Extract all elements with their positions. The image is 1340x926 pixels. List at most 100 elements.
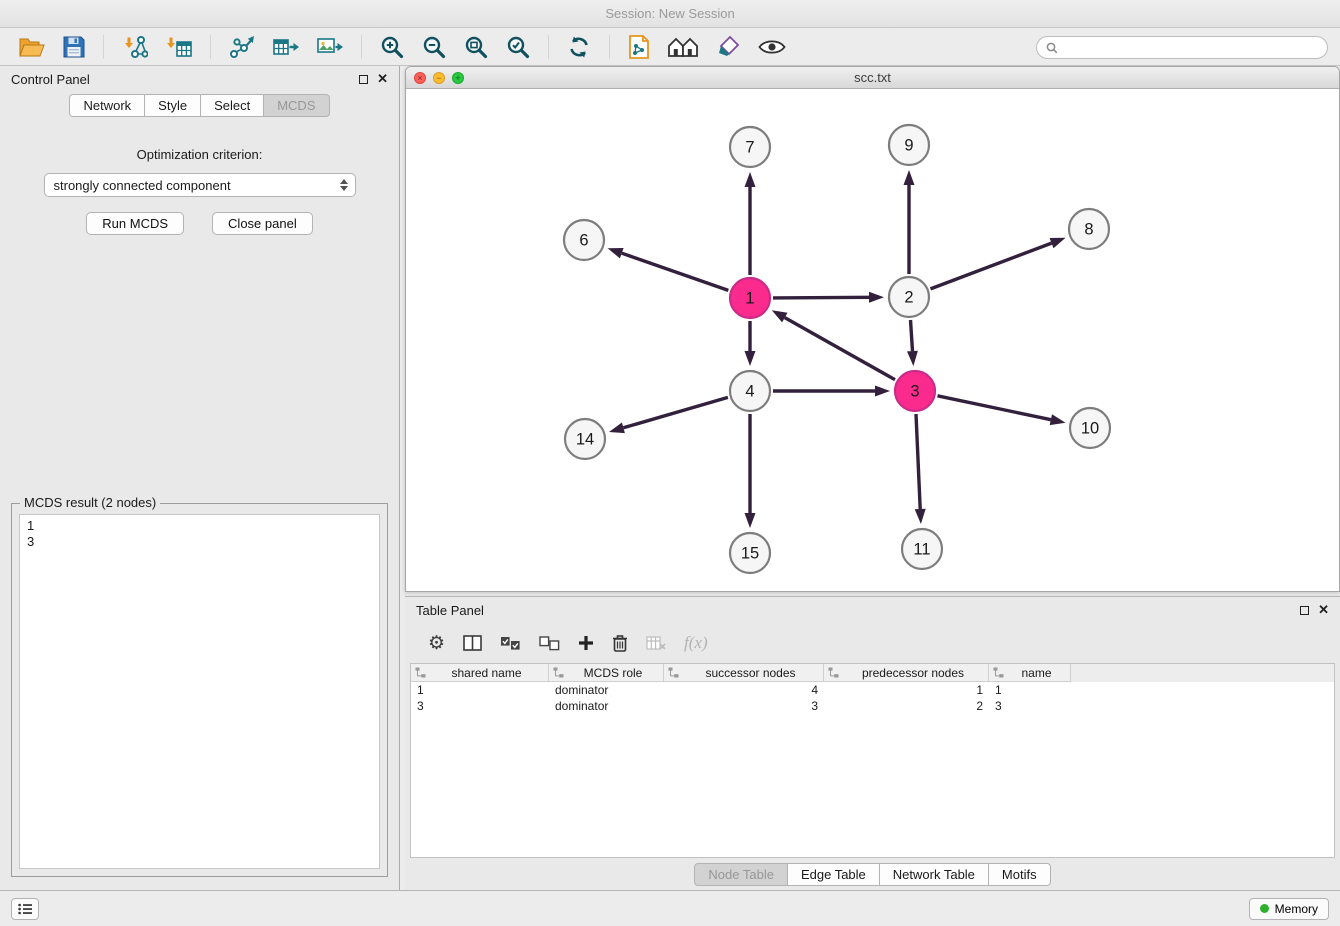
run-mcds-button[interactable]: Run MCDS — [86, 212, 184, 235]
graph-edge[interactable] — [773, 297, 869, 298]
export-network-button[interactable] — [227, 33, 257, 61]
function-builder-button[interactable]: f(x) — [684, 633, 708, 653]
show-graphics-button[interactable] — [756, 36, 788, 58]
table-row[interactable]: 3dominator323 — [411, 698, 1334, 714]
zoom-in-icon — [380, 35, 404, 59]
export-table-button[interactable] — [271, 33, 301, 61]
graph-node-9[interactable]: 9 — [889, 125, 929, 165]
graph-edge[interactable] — [622, 253, 729, 290]
graph-edge[interactable] — [785, 318, 895, 380]
window-title: Session: New Session — [605, 6, 734, 21]
close-window-button[interactable]: × — [414, 72, 426, 84]
tab-mcds[interactable]: MCDS — [264, 94, 329, 117]
column-header-predecessor-nodes[interactable]: predecessor nodes — [824, 664, 989, 682]
main-area: Control Panel ✕ NetworkStyleSelectMCDS O… — [0, 66, 1340, 890]
float-table-panel-icon[interactable] — [1300, 606, 1309, 615]
graph-node-10[interactable]: 10 — [1070, 408, 1110, 448]
status-menu-button[interactable] — [11, 898, 39, 920]
delete-column-button[interactable] — [612, 634, 628, 652]
network-window-title: scc.txt — [406, 70, 1339, 85]
tab-network[interactable]: Network — [69, 94, 145, 117]
table-cell: 3 — [989, 699, 1071, 713]
graph-node-2[interactable]: 2 — [889, 277, 929, 317]
gear-icon: ⚙ — [428, 634, 445, 653]
table-tab-motifs[interactable]: Motifs — [989, 863, 1051, 886]
delete-table-button[interactable] — [646, 635, 666, 651]
tab-select[interactable]: Select — [201, 94, 264, 117]
table-tab-edge-table[interactable]: Edge Table — [788, 863, 880, 886]
select-all-columns-button[interactable] — [500, 636, 521, 651]
memory-button[interactable]: Memory — [1249, 898, 1329, 920]
copy-style-button[interactable] — [626, 33, 652, 61]
zoom-in-button[interactable] — [378, 33, 406, 61]
close-table-panel-icon[interactable]: ✕ — [1318, 605, 1329, 615]
open-session-button[interactable] — [17, 34, 47, 60]
memory-label: Memory — [1275, 902, 1318, 916]
graph-edge-arrow — [869, 292, 884, 303]
close-panel-button[interactable]: Close panel — [212, 212, 313, 235]
svg-text:15: 15 — [741, 545, 759, 563]
graph-edge-arrow — [907, 351, 918, 366]
table-settings-button[interactable]: ⚙ — [428, 634, 445, 653]
column-header-successor-nodes[interactable]: successor nodes — [664, 664, 824, 682]
create-column-button[interactable] — [578, 635, 594, 651]
apply-layout-button[interactable] — [565, 33, 593, 61]
zoom-out-button[interactable] — [420, 33, 448, 61]
graph-node-3[interactable]: 3 — [895, 371, 935, 411]
mcds-result-list[interactable]: 13 — [19, 514, 380, 869]
optimization-criterion-value: strongly connected component — [54, 178, 231, 193]
zoom-window-button[interactable]: + — [452, 72, 464, 84]
svg-text:10: 10 — [1081, 420, 1099, 438]
svg-text:2: 2 — [904, 289, 913, 307]
deselect-all-columns-button[interactable] — [539, 636, 560, 651]
zoom-selected-icon — [506, 35, 530, 59]
titlebar: Session: New Session — [0, 0, 1340, 28]
paint-style-button[interactable] — [714, 33, 742, 61]
graph-edge[interactable] — [916, 414, 920, 509]
svg-text:1: 1 — [745, 290, 754, 308]
float-control-panel-icon[interactable] — [359, 75, 368, 84]
table-row[interactable]: 1dominator411 — [411, 682, 1334, 698]
import-network-button[interactable] — [120, 33, 150, 61]
graph-node-8[interactable]: 8 — [1069, 209, 1109, 249]
optimization-criterion-select[interactable]: strongly connected component — [44, 173, 356, 197]
graph-edge[interactable] — [931, 243, 1052, 289]
graph-node-15[interactable]: 15 — [730, 533, 770, 573]
import-table-button[interactable] — [164, 33, 194, 61]
graph-edge[interactable] — [911, 320, 913, 351]
graph-edge[interactable] — [623, 397, 728, 427]
tab-style[interactable]: Style — [145, 94, 201, 117]
graph-edge[interactable] — [938, 396, 1051, 420]
zoom-fit-icon — [464, 35, 488, 59]
sort-column-icon — [553, 667, 564, 678]
save-session-button[interactable] — [61, 34, 87, 60]
table-tab-network-table[interactable]: Network Table — [880, 863, 989, 886]
mcds-panel: Optimization criterion: strongly connect… — [0, 117, 399, 890]
graph-node-7[interactable]: 7 — [730, 127, 770, 167]
sort-column-icon — [993, 667, 1004, 678]
column-header-mcds-role[interactable]: MCDS role — [549, 664, 664, 682]
svg-text:9: 9 — [904, 137, 913, 155]
minimize-window-button[interactable]: − — [433, 72, 445, 84]
plus-icon — [578, 635, 594, 651]
graph-node-1[interactable]: 1 — [730, 278, 770, 318]
table-cell: 3 — [664, 699, 824, 713]
open-folder-icon — [19, 36, 45, 58]
show-columns-button[interactable] — [463, 635, 482, 651]
table-cell: dominator — [549, 699, 664, 713]
search-input[interactable] — [1064, 41, 1318, 55]
first-neighbors-button[interactable] — [666, 34, 700, 60]
close-control-panel-icon[interactable]: ✕ — [377, 74, 388, 84]
graph-node-4[interactable]: 4 — [730, 371, 770, 411]
graph-node-11[interactable]: 11 — [902, 529, 942, 569]
network-canvas[interactable]: 7 9 6 8 1 2 4 3 14 10 15 11 — [406, 89, 1339, 591]
zoom-selected-button[interactable] — [504, 33, 532, 61]
column-header-name[interactable]: name — [989, 664, 1071, 682]
column-header-shared-name[interactable]: shared name — [411, 664, 549, 682]
zoom-fit-button[interactable] — [462, 33, 490, 61]
graph-node-6[interactable]: 6 — [564, 220, 604, 260]
table-tab-node-table[interactable]: Node Table — [694, 863, 788, 886]
graph-node-14[interactable]: 14 — [565, 419, 605, 459]
trash-icon — [612, 634, 628, 652]
export-image-button[interactable] — [315, 33, 345, 61]
